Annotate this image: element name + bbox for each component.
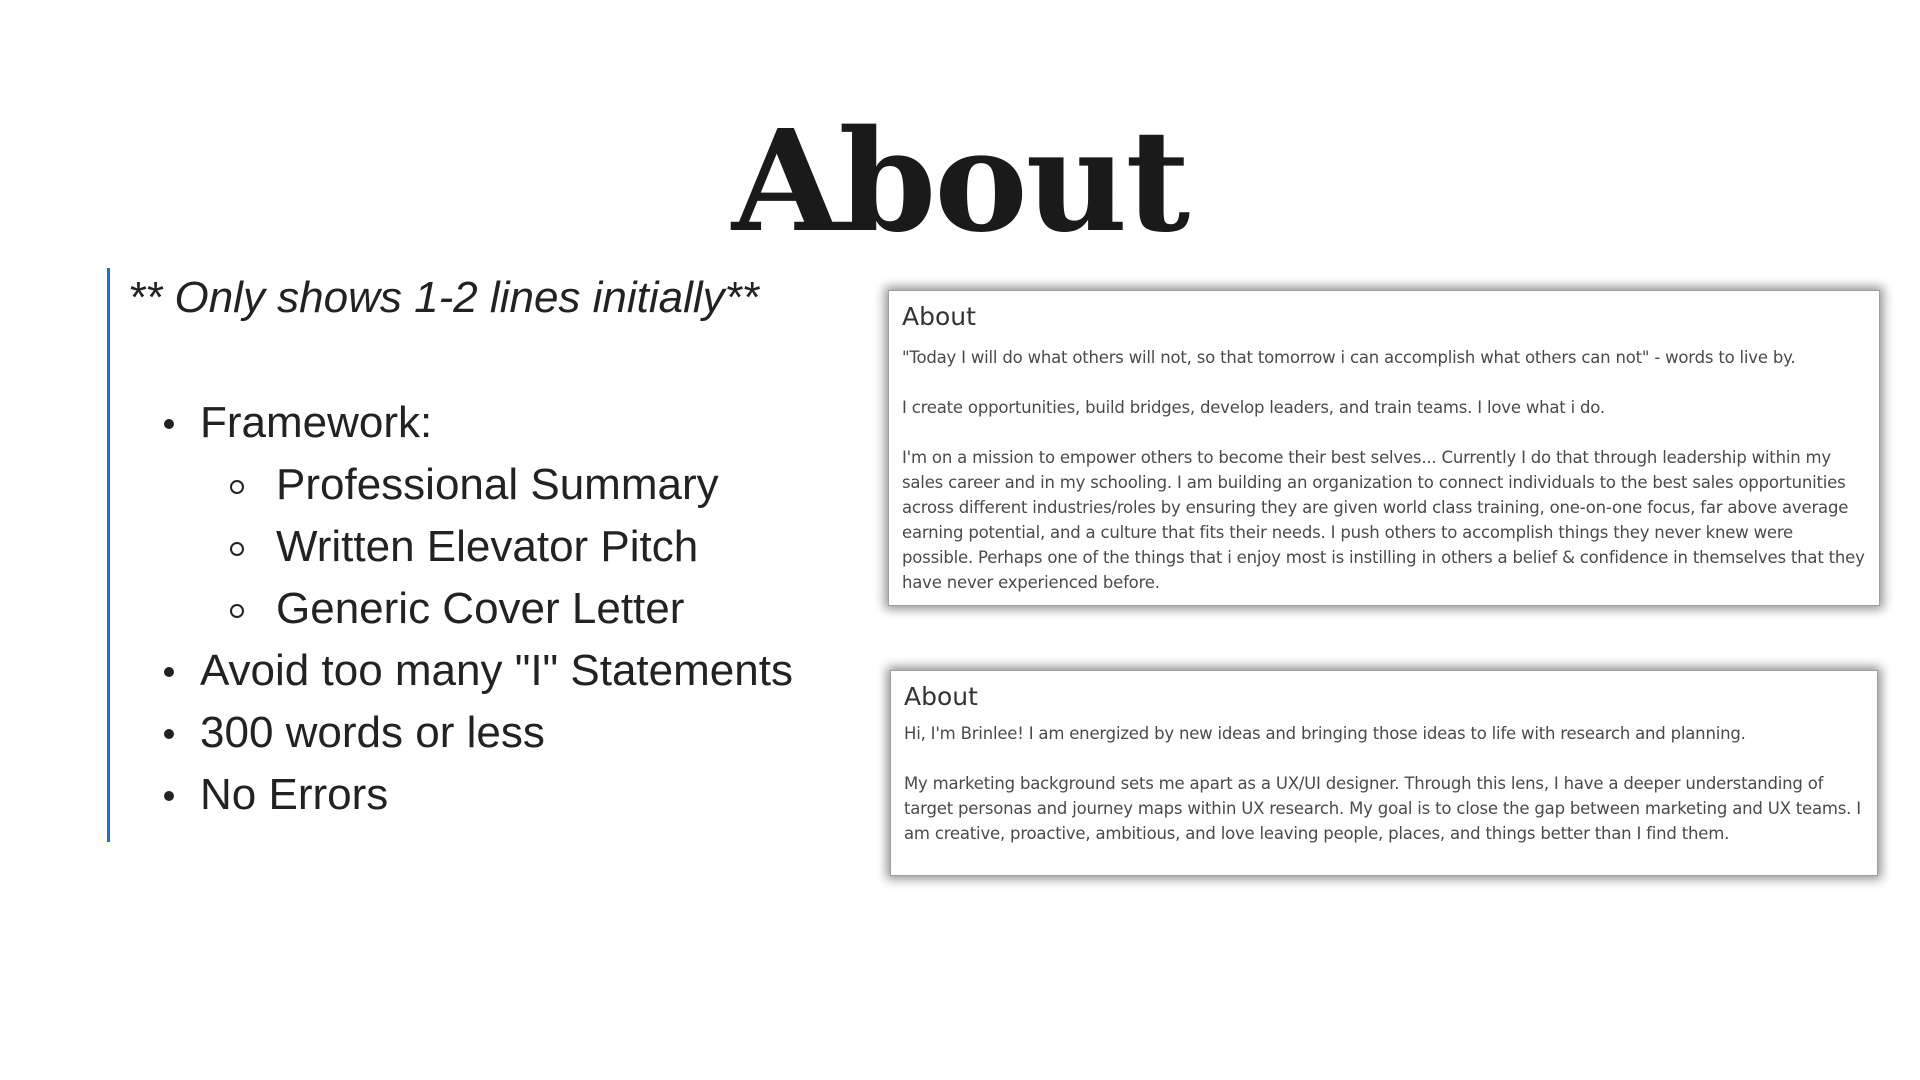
list-item-label: Avoid too many "I" Statements [200, 646, 793, 695]
card-paragraph: Hi, I'm Brinlee! I am energized by new i… [904, 724, 1746, 743]
card-paragraph: I create opportunities, build bridges, d… [902, 398, 1605, 417]
slide-title: About [731, 100, 1190, 264]
list-item: Avoid too many "I" Statements [128, 640, 827, 702]
about-example-card-1: About "Today I will do what others will … [888, 290, 1880, 606]
card-paragraph: My marketing background sets me apart as… [904, 774, 1861, 843]
sub-list: Professional Summary Written Elevator Pi… [200, 454, 827, 640]
bullet-icon [164, 791, 174, 801]
list-item: 300 words or less [128, 702, 827, 764]
hollow-bullet-icon [230, 604, 244, 618]
bullet-icon [164, 729, 174, 739]
sub-list-item-label: Professional Summary [276, 460, 719, 509]
hollow-bullet-icon [230, 480, 244, 494]
bullet-icon [164, 419, 174, 429]
card-paragraph: "Today I will do what others will not, s… [902, 348, 1796, 367]
hollow-bullet-icon [230, 542, 244, 556]
sub-list-item: Generic Cover Letter [200, 578, 827, 640]
guideline-list: Framework: Professional Summary Written … [128, 392, 827, 826]
list-item-label: 300 words or less [200, 708, 545, 757]
sub-list-item: Written Elevator Pitch [200, 516, 827, 578]
sub-list-item-label: Written Elevator Pitch [276, 522, 699, 571]
guidelines-panel: ** Only shows 1-2 lines initially** Fram… [107, 268, 827, 842]
list-item-label: Framework: [200, 398, 433, 447]
note-text: ** Only shows 1-2 lines initially** [128, 273, 759, 322]
about-example-card-2: About Hi, I'm Brinlee! I am energized by… [890, 670, 1878, 876]
list-item: No Errors [128, 764, 827, 826]
card-paragraph: I'm on a mission to empower others to be… [902, 448, 1865, 592]
list-item: Framework: Professional Summary Written … [128, 392, 827, 640]
list-item-label: No Errors [200, 770, 389, 819]
bullet-icon [164, 667, 174, 677]
sub-list-item: Professional Summary [200, 454, 827, 516]
card-heading: About [902, 302, 976, 331]
sub-list-item-label: Generic Cover Letter [276, 584, 685, 633]
card-heading: About [904, 682, 978, 711]
